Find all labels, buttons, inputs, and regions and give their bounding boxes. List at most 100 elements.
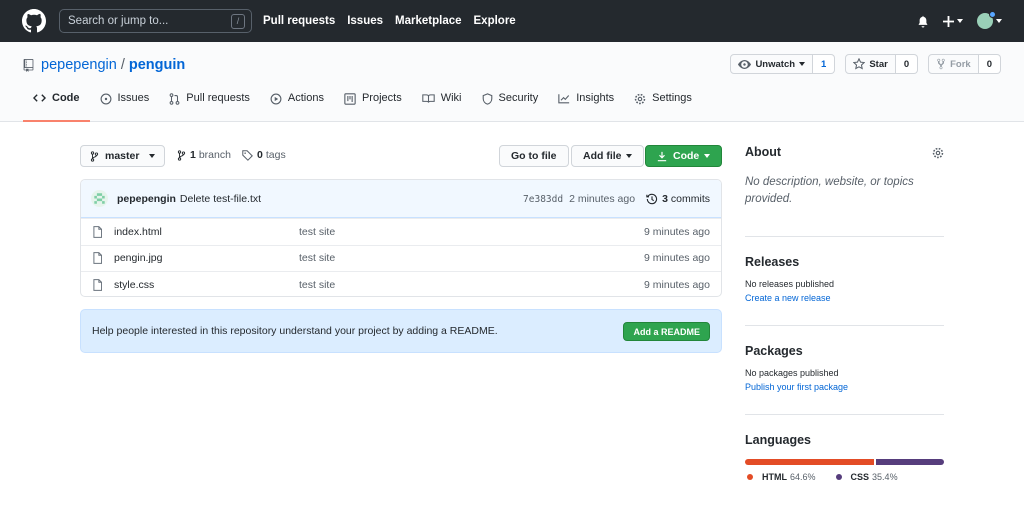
watch-count[interactable]: 1 — [813, 54, 836, 74]
fork-count[interactable]: 0 — [978, 54, 1001, 74]
avatar[interactable] — [91, 190, 108, 207]
tab-issues[interactable]: Issues — [90, 92, 160, 122]
bell-icon[interactable] — [917, 15, 929, 28]
file-age: 9 minutes ago — [644, 278, 710, 291]
file-name-link[interactable]: pengin.jpg — [114, 252, 299, 264]
gear-icon[interactable] — [932, 147, 944, 162]
github-logo-icon[interactable] — [22, 9, 46, 33]
languages-section: Languages HTML 64.6% CSS 35.4% — [745, 433, 944, 482]
top-nav-pull-requests[interactable]: Pull requests — [263, 15, 335, 27]
unwatch-button[interactable]: Unwatch — [730, 54, 814, 74]
commit-sha-link[interactable]: 7e383dd — [523, 194, 563, 205]
add-file-label: Add file — [583, 150, 622, 162]
chevron-down-icon — [957, 19, 963, 23]
chevron-down-icon — [149, 154, 155, 158]
branch-count: 1 — [190, 149, 196, 161]
branch-select-button[interactable]: master — [80, 145, 165, 167]
file-name-link[interactable]: style.css — [114, 279, 299, 291]
language-item-css[interactable]: CSS 35.4% — [835, 472, 898, 482]
book-icon — [422, 94, 435, 103]
star-button[interactable]: Star — [845, 54, 896, 74]
fork-label: Fork — [950, 58, 971, 70]
publish-package-link[interactable]: Publish your first package — [745, 382, 944, 392]
packages-title[interactable]: Packages — [745, 344, 944, 358]
tag-count: 0 — [257, 149, 263, 161]
file-commit-message[interactable]: test site — [299, 252, 335, 264]
tag-label: tags — [265, 149, 286, 161]
repo-icon — [23, 58, 34, 72]
tab-code-label: Code — [52, 92, 80, 104]
repo-name-link[interactable]: penguin — [129, 57, 185, 73]
repo-title: pepepengin / penguin — [23, 57, 185, 73]
global-header: Search or jump to... / Pull requests Iss… — [0, 0, 1024, 42]
search-placeholder: Search or jump to... — [68, 15, 169, 27]
readme-prompt: Help people interested in this repositor… — [80, 309, 722, 353]
tab-pull-requests[interactable]: Pull requests — [159, 92, 260, 122]
repo-actions: Unwatch 1 Star 0 Fork 0 — [720, 54, 1001, 74]
code-icon — [33, 94, 46, 102]
language-percent: 35.4% — [872, 472, 898, 482]
language-item-html[interactable]: HTML 64.6% — [747, 472, 816, 482]
commit-author-link[interactable]: pepepengin — [117, 193, 176, 205]
commit-meta: 7e383dd 2 minutes ago 3 commits — [523, 180, 710, 218]
divider — [745, 325, 944, 326]
releases-note: No releases published — [745, 279, 835, 289]
create-release-link[interactable]: Create a new release — [745, 293, 944, 303]
search-input[interactable]: Search or jump to... / — [59, 9, 252, 33]
file-commit-message[interactable]: test site — [299, 226, 335, 238]
header-right — [903, 0, 1002, 42]
file-list: pepepengin Delete test-file.txt 7e383dd … — [80, 179, 722, 297]
user-avatar-menu[interactable] — [977, 11, 1002, 29]
tab-security-label: Security — [498, 92, 539, 104]
tags-link[interactable]: 0 tags — [242, 149, 286, 161]
tab-insights-label: Insights — [576, 92, 615, 104]
commits-history-link[interactable]: 3 commits — [646, 193, 710, 205]
tag-icon — [242, 149, 253, 161]
tab-projects[interactable]: Projects — [334, 92, 412, 122]
chevron-down-icon — [996, 19, 1002, 23]
language-bar-html — [745, 459, 874, 465]
table-row[interactable]: style.css test site 9 minutes ago — [81, 271, 721, 296]
add-file-button[interactable]: Add file — [571, 145, 644, 167]
about-description: No description, website, or topics provi… — [745, 176, 914, 205]
code-download-button[interactable]: Code — [645, 145, 722, 167]
add-readme-button[interactable]: Add a README — [623, 322, 710, 341]
shield-icon — [482, 93, 492, 105]
create-new-plus-icon[interactable] — [943, 15, 963, 27]
tab-pull-requests-label: Pull requests — [186, 92, 250, 104]
code-button-label: Code — [673, 150, 700, 162]
repo-owner-link[interactable]: pepepengin — [41, 57, 117, 73]
language-bar-css — [873, 459, 944, 465]
tab-insights[interactable]: Insights — [548, 92, 624, 122]
top-nav-explore[interactable]: Explore — [474, 15, 516, 27]
table-row[interactable]: pengin.jpg test site 9 minutes ago — [81, 244, 721, 272]
star-group: Star 0 — [845, 54, 919, 74]
file-name-link[interactable]: index.html — [114, 226, 299, 238]
chevron-down-icon — [799, 62, 806, 66]
top-nav-marketplace[interactable]: Marketplace — [395, 15, 461, 27]
branch-icon — [90, 150, 99, 162]
tab-code[interactable]: Code — [23, 92, 90, 122]
packages-section: Packages No packages published Publish y… — [745, 344, 944, 392]
tab-security[interactable]: Security — [472, 92, 549, 122]
language-list: HTML 64.6% CSS 35.4% — [745, 472, 944, 482]
issue-icon — [100, 93, 111, 105]
star-count[interactable]: 0 — [895, 54, 919, 74]
top-nav-issues[interactable]: Issues — [347, 15, 383, 27]
tab-wiki[interactable]: Wiki — [412, 92, 472, 122]
go-to-file-button[interactable]: Go to file — [499, 145, 569, 167]
branch-icon — [177, 149, 186, 161]
tab-actions[interactable]: Actions — [260, 92, 334, 122]
fork-button[interactable]: Fork — [928, 54, 979, 74]
releases-title[interactable]: Releases — [745, 255, 944, 269]
file-commit-message[interactable]: test site — [299, 279, 335, 291]
project-icon — [344, 93, 356, 105]
commit-message-link[interactable]: Delete test-file.txt — [180, 193, 261, 205]
branches-link[interactable]: 1 branch — [177, 149, 231, 161]
language-dot-icon — [747, 474, 753, 480]
table-row[interactable]: index.html test site 9 minutes ago — [81, 218, 721, 245]
tab-settings[interactable]: Settings — [624, 92, 702, 122]
repo-tabs: Code Issues Pull requests Actions Projec… — [23, 92, 702, 122]
file-icon — [93, 225, 102, 238]
repository-header: pepepengin / penguin Unwatch 1 Star 0 Fo… — [0, 42, 1024, 122]
